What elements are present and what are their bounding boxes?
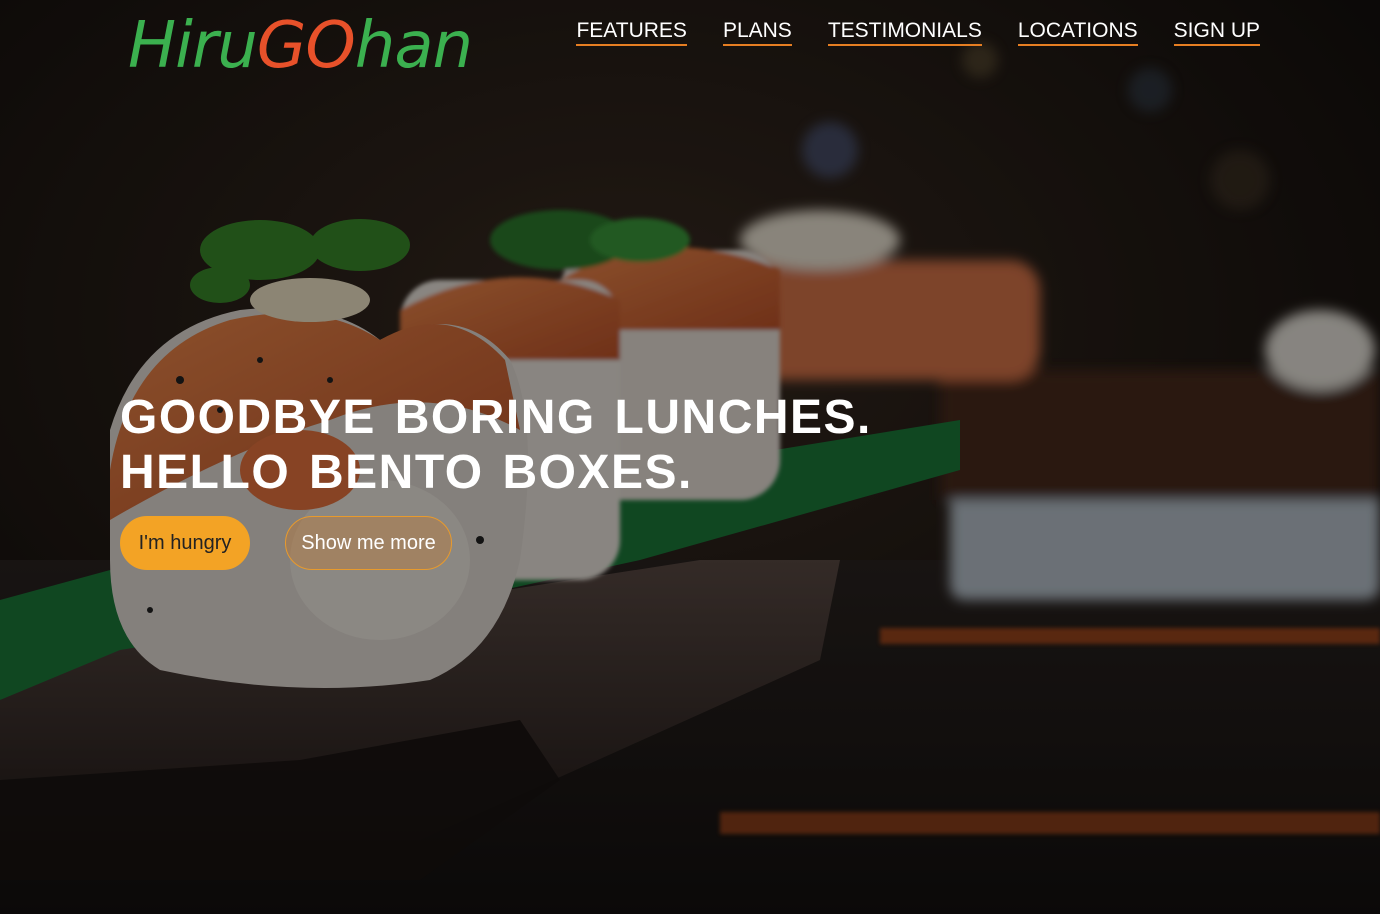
nav-link-testimonials[interactable]: TESTIMONIALS xyxy=(827,19,982,46)
logo-text-hiru: Hiru xyxy=(128,9,258,83)
nav-link-locations[interactable]: LOCATIONS xyxy=(1017,19,1138,46)
logo-text-go: GO xyxy=(256,9,356,83)
main-nav: FEATURES PLANS TESTIMONIALS LOCATIONS SI… xyxy=(576,19,1260,46)
im-hungry-button[interactable]: I'm hungry xyxy=(120,516,250,570)
headline-line-1: GOODBYE BORING LUNCHES. xyxy=(120,391,872,444)
hero-section: HiruGOhan FEATURES PLANS TESTIMONIALS LO… xyxy=(0,0,1380,914)
brand-logo[interactable]: HiruGOhan xyxy=(128,14,473,78)
cta-buttons: I'm hungry Show me more xyxy=(120,516,452,570)
headline-line-2: HELLO BENTO BOXES. xyxy=(120,446,693,499)
nav-link-features[interactable]: FEATURES xyxy=(576,19,687,46)
nav-link-sign-up[interactable]: SIGN UP xyxy=(1173,19,1260,46)
logo-text-han: han xyxy=(354,9,473,83)
show-me-more-button[interactable]: Show me more xyxy=(285,516,452,570)
hero-headline: GOODBYE BORING LUNCHES. HELLO BENTO BOXE… xyxy=(120,390,872,500)
nav-link-plans[interactable]: PLANS xyxy=(722,19,792,46)
